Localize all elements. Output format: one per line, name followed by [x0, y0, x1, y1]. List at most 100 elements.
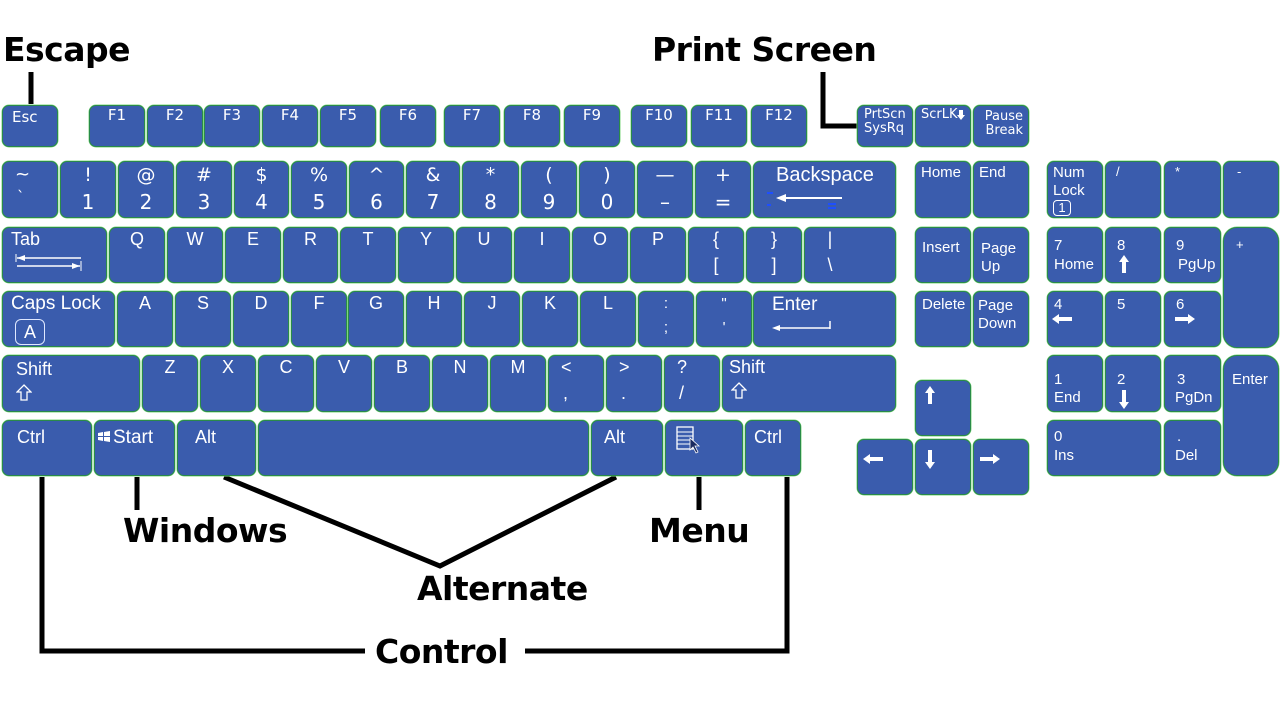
key-letter[interactable]: G [348, 291, 404, 347]
key-f4[interactable]: F4 [262, 105, 318, 147]
key-f9[interactable]: F9 [564, 105, 620, 147]
key-numpad-plus[interactable]: + [1223, 227, 1279, 348]
key-numpad-7[interactable]: 7 Home [1047, 227, 1103, 283]
key-symbol[interactable]: <, [548, 355, 604, 412]
key-enter[interactable]: Enter [753, 291, 896, 347]
key-spacebar[interactable] [258, 420, 589, 476]
key-f1[interactable]: F1 [89, 105, 145, 147]
key-letter[interactable]: U [456, 227, 512, 283]
key-letter[interactable]: V [316, 355, 372, 412]
key-menu[interactable] [665, 420, 743, 476]
key-letter[interactable]: T [340, 227, 396, 283]
key-number[interactable]: % 5 [291, 161, 347, 218]
key-insert[interactable]: Insert [915, 227, 971, 283]
key-number[interactable]: ^ 6 [349, 161, 404, 218]
key-letter[interactable]: S [175, 291, 231, 347]
key-symbol[interactable]: {[ [688, 227, 744, 283]
key-f3[interactable]: F3 [204, 105, 260, 147]
key-letter[interactable]: E [225, 227, 281, 283]
key-letter[interactable]: Q [109, 227, 165, 283]
key-letter[interactable]: Z [142, 355, 198, 412]
key-numpad-4[interactable]: 4 [1047, 291, 1103, 347]
key-letter[interactable]: F [291, 291, 347, 347]
key-number[interactable]: $4 [234, 161, 289, 218]
key-number[interactable]: @2 [118, 161, 174, 218]
key-numpad-decimal[interactable]: . Del [1164, 420, 1221, 476]
key-numpad-6[interactable]: 6 [1164, 291, 1221, 347]
key-letter[interactable]: B [374, 355, 430, 412]
key-f6[interactable]: F6 [380, 105, 436, 147]
key-symbol[interactable]: :; [638, 291, 694, 347]
key-start[interactable]: Start [94, 420, 175, 476]
key-letter[interactable]: K [522, 291, 578, 347]
key-symbol[interactable]: ? / [664, 355, 720, 412]
key-f7[interactable]: F7 [444, 105, 500, 147]
key-number[interactable]: * 8 [462, 161, 519, 218]
key-numpad-enter[interactable]: Enter [1223, 355, 1279, 476]
key-letter[interactable]: X [200, 355, 256, 412]
key-letter[interactable]: L [580, 291, 636, 347]
key-end[interactable]: End [973, 161, 1029, 218]
key-letter[interactable]: I [514, 227, 570, 283]
key-number[interactable]: (9 [521, 161, 577, 218]
key-letter[interactable]: H [406, 291, 462, 347]
key-letter[interactable]: N [432, 355, 488, 412]
key-numpad-9[interactable]: 9 PgUp [1164, 227, 1221, 283]
key-delete[interactable]: Delete [915, 291, 971, 347]
key-numpad-1[interactable]: 1 End [1047, 355, 1103, 412]
key-symbol[interactable]: >. [606, 355, 662, 412]
key-letter[interactable]: W [167, 227, 223, 283]
key-f8[interactable]: F8 [504, 105, 560, 147]
key-arrow-right[interactable] [973, 439, 1029, 495]
key-numpad-3[interactable]: 3 PgDn [1164, 355, 1221, 412]
key-symbol[interactable]: " ' [696, 291, 752, 347]
key-arrow-left[interactable] [857, 439, 913, 495]
key-numpad-minus[interactable]: - [1223, 161, 1279, 218]
key-f12[interactable]: F12 [751, 105, 807, 147]
key-letter[interactable]: A [117, 291, 173, 347]
key-number[interactable]: ! 1 [60, 161, 116, 218]
key-f11[interactable]: F11 [691, 105, 747, 147]
key-alt-right[interactable]: Alt [591, 420, 663, 476]
key-letter[interactable]: J [464, 291, 520, 347]
key-alt-left[interactable]: Alt [177, 420, 256, 476]
key-numpad-0[interactable]: 0 Ins [1047, 420, 1161, 476]
key-shift-right[interactable]: Shift [722, 355, 896, 412]
key-letter[interactable]: Y [398, 227, 454, 283]
key-numpad-2[interactable]: 2 [1105, 355, 1161, 412]
key-scroll-lock[interactable]: ScrLK [915, 105, 971, 147]
key-print-screen[interactable]: PrtScn SysRq [857, 105, 913, 147]
key-backtick[interactable]: ~ ` [2, 161, 58, 218]
key-letter[interactable]: R [283, 227, 338, 283]
key-number[interactable]: + = [695, 161, 751, 218]
key-symbol[interactable]: | \ [804, 227, 896, 283]
key-numpad-5[interactable]: 5 [1105, 291, 1161, 347]
key-ctrl-right[interactable]: Ctrl [745, 420, 801, 476]
key-num-lock[interactable]: Num Lock 1 [1047, 161, 1103, 218]
key-letter[interactable]: O [572, 227, 628, 283]
key-tab[interactable]: Tab [2, 227, 107, 283]
key-letter[interactable]: D [233, 291, 289, 347]
key-numpad-8[interactable]: 8 [1105, 227, 1161, 283]
key-home[interactable]: Home [915, 161, 971, 218]
key-caps-lock[interactable]: Caps Lock A [2, 291, 115, 347]
key-f5[interactable]: F5 [320, 105, 376, 147]
key-letter[interactable]: C [258, 355, 314, 412]
key-f10[interactable]: F10 [631, 105, 687, 147]
key-number[interactable]: — – [637, 161, 693, 218]
key-f2[interactable]: F2 [147, 105, 203, 147]
key-page-up[interactable]: Page Up [973, 227, 1029, 283]
key-letter[interactable]: M [490, 355, 546, 412]
key-pause[interactable]: Pause Break [973, 105, 1029, 147]
key-esc[interactable]: Esc [2, 105, 58, 147]
key-ctrl-left[interactable]: Ctrl [2, 420, 92, 476]
key-arrow-down[interactable] [915, 439, 971, 495]
key-number[interactable]: & 7 [406, 161, 460, 218]
key-numpad-divide[interactable]: / [1105, 161, 1161, 218]
key-numpad-multiply[interactable]: * [1164, 161, 1221, 218]
key-letter[interactable]: P [630, 227, 686, 283]
key-page-down[interactable]: Page Down [973, 291, 1029, 347]
key-backspace[interactable]: Backspace [753, 161, 896, 218]
key-number[interactable]: #3 [176, 161, 232, 218]
key-arrow-up[interactable] [915, 380, 971, 436]
